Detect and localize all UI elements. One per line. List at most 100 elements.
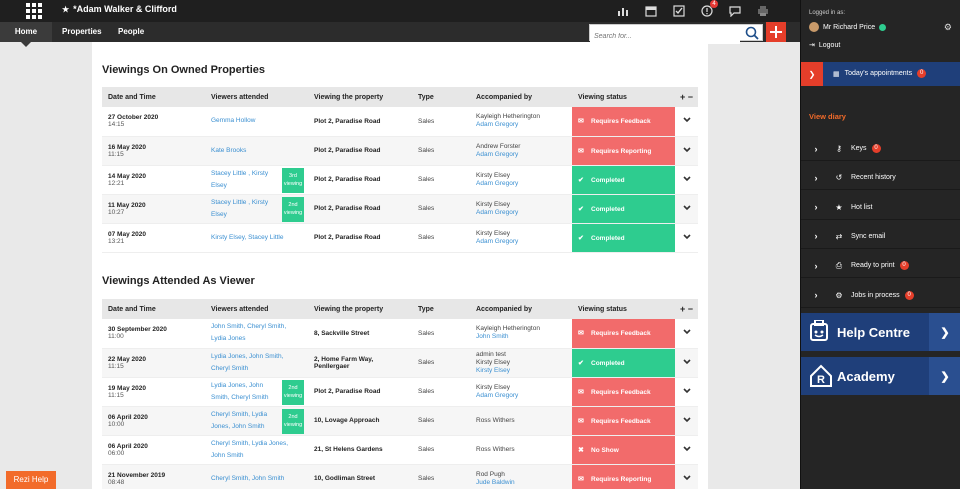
row-expand-cell[interactable]	[675, 136, 698, 166]
row-expand-cell[interactable]	[675, 464, 698, 489]
user-info[interactable]: Mr Richard Price	[809, 22, 887, 32]
chevron-right-icon[interactable]: ›	[801, 173, 831, 183]
property-cell[interactable]: Plot 2, Paradise Road	[308, 107, 412, 137]
accompanied-agent-link[interactable]: John Smith	[476, 333, 566, 341]
messages-icon[interactable]	[727, 3, 743, 19]
property-cell[interactable]: 8, Sackville Street	[308, 319, 412, 349]
todays-appointments[interactable]: ❯ ▦ Today's appointments 0	[801, 62, 960, 86]
viewing-status-button[interactable]: ✖ No Show	[572, 435, 675, 465]
property-cell[interactable]: 2, Home Farm Way, Penllergaer	[308, 348, 412, 378]
nav-people[interactable]: People	[118, 27, 144, 36]
viewing-status-button[interactable]: ✉ Requires Feedback	[572, 107, 675, 137]
accompanied-agent-link[interactable]: Jude Baldwin	[476, 479, 566, 487]
chevron-down-icon[interactable]	[682, 387, 691, 396]
property-cell[interactable]: 21, St Helens Gardens	[308, 435, 412, 465]
apps-grid-icon[interactable]	[18, 0, 50, 22]
row-expand-cell[interactable]	[675, 435, 698, 465]
viewers-link[interactable]: Gemma Hollow	[211, 115, 302, 127]
sidebar-item-keys[interactable]: › ⚷ Keys 0	[801, 137, 960, 161]
chevron-right-icon[interactable]: ›	[801, 144, 831, 154]
table-row[interactable]: 14 May 2020 12:21 Stacey Little , Kirsty E…	[102, 165, 698, 195]
accompanied-agent-link[interactable]: Adam Gregory	[476, 151, 566, 159]
chevron-down-icon[interactable]	[682, 416, 691, 425]
table-row[interactable]: 16 May 2020 11:15 Kate Brooks Plot 2, Parad…	[102, 136, 698, 166]
row-expand-cell[interactable]	[675, 223, 698, 253]
viewing-status-button[interactable]: ✉ Requires Reporting	[572, 464, 675, 489]
table-row[interactable]: 22 May 2020 11:15 Lydia Jones, John Smith,…	[102, 348, 698, 378]
viewers-link[interactable]: Kate Brooks	[211, 145, 302, 157]
settings-gear-icon[interactable]: ⚙	[944, 22, 952, 33]
rezi-help-button[interactable]: Rezi Help	[6, 471, 56, 489]
calendar-icon[interactable]	[643, 3, 659, 19]
row-expand-cell[interactable]	[675, 348, 698, 378]
property-cell[interactable]: Plot 2, Paradise Road	[308, 136, 412, 166]
table-row[interactable]: 19 May 2020 11:15 Lydia Jones, John Smith,…	[102, 377, 698, 407]
tasks-icon[interactable]	[671, 3, 687, 19]
nav-home[interactable]: Home	[0, 22, 52, 42]
accompanied-agent-link[interactable]: Adam Gregory	[476, 121, 566, 129]
help-centre-banner[interactable]: Help Centre ❯	[801, 313, 960, 351]
sidebar-item-hot-list[interactable]: › ★ Hot list	[801, 196, 960, 220]
viewing-status-button[interactable]: ✉ Requires Reporting	[572, 136, 675, 166]
viewing-status-button[interactable]: ✔ Completed	[572, 194, 675, 224]
chevron-down-icon[interactable]	[682, 146, 691, 155]
table-row[interactable]: 21 November 2019 08:48 Cheryl Smith, John …	[102, 464, 698, 489]
chevron-down-icon[interactable]	[682, 204, 691, 213]
viewers-link[interactable]: Lydia Jones, John Smith, Cheryl Smith	[211, 351, 302, 375]
viewers-link[interactable]: Cheryl Smith, John Smith	[211, 473, 302, 485]
row-expand-cell[interactable]	[675, 107, 698, 137]
property-cell[interactable]: Plot 2, Paradise Road	[308, 223, 412, 253]
viewing-status-button[interactable]: ✔ Completed	[572, 348, 675, 378]
accompanied-agent-link[interactable]: Adam Gregory	[476, 238, 566, 246]
accompanied-agent-link[interactable]: Kirsty Elsey	[476, 367, 566, 375]
row-expand-cell[interactable]	[675, 319, 698, 349]
logout-link[interactable]: ⇥ Logout	[809, 41, 840, 50]
property-cell[interactable]: Plot 2, Paradise Road	[308, 165, 412, 195]
sidebar-item-ready-to-print[interactable]: › ⎙ Ready to print 0	[801, 254, 960, 279]
nav-properties[interactable]: Properties	[62, 27, 102, 36]
viewing-status-button[interactable]: ✔ Completed	[572, 165, 675, 195]
property-cell[interactable]: Plot 2, Paradise Road	[308, 194, 412, 224]
chevron-down-icon[interactable]	[682, 445, 691, 454]
table-row[interactable]: 06 April 2020 10:00 Cheryl Smith, Lydia Jo…	[102, 406, 698, 436]
academy-arrow-icon[interactable]: ❯	[929, 357, 960, 395]
row-expand-cell[interactable]	[675, 377, 698, 407]
reports-icon[interactable]	[615, 3, 631, 19]
chevron-right-icon[interactable]: ›	[801, 290, 831, 300]
property-cell[interactable]: 10, Godliman Street	[308, 464, 412, 489]
row-expand-cell[interactable]	[675, 165, 698, 195]
viewing-status-button[interactable]: ✉ Requires Feedback	[572, 406, 675, 436]
sidebar-item-jobs-in-process[interactable]: › ⚙ Jobs in process 0	[801, 284, 960, 308]
sidebar-item-recent-history[interactable]: › ↺ Recent history	[801, 166, 960, 191]
chevron-down-icon[interactable]	[682, 474, 691, 483]
sidebar-item-sync-email[interactable]: › ⇄ Sync email	[801, 225, 960, 249]
chevron-down-icon[interactable]	[682, 117, 691, 125]
viewing-status-button[interactable]: ✉ Requires Feedback	[572, 319, 675, 349]
help-centre-arrow-icon[interactable]: ❯	[929, 313, 960, 351]
expand-collapse-toggle[interactable]: + −	[675, 87, 698, 107]
alerts-icon[interactable]: 4	[699, 0, 718, 19]
chevron-right-icon[interactable]: ›	[801, 261, 831, 271]
table-row[interactable]: 27 October 2020 14:15 Gemma Hollow Plot 2, …	[102, 107, 698, 137]
expand-collapse-toggle[interactable]: + −	[675, 299, 698, 319]
viewers-link[interactable]: Kirsty Elsey, Stacey Little	[211, 232, 302, 244]
table-row[interactable]: 11 May 2020 10:27 Stacey Little , Kirsty E…	[102, 194, 698, 224]
table-row[interactable]: 07 May 2020 13:21 Kirsty Elsey, Stacey Lit…	[102, 223, 698, 253]
viewing-status-button[interactable]: ✉ Requires Feedback	[572, 377, 675, 407]
chevron-right-icon[interactable]: ›	[801, 231, 831, 241]
accompanied-agent-link[interactable]: Kirsty Elsey	[476, 359, 566, 367]
chevron-right-icon[interactable]: ›	[801, 202, 831, 212]
search-icon[interactable]	[745, 26, 759, 45]
accompanied-agent-link[interactable]: Adam Gregory	[476, 209, 566, 217]
view-diary-link[interactable]: View diary	[809, 112, 846, 121]
viewers-link[interactable]: Cheryl Smith, Lydia Jones, John Smith	[211, 438, 302, 462]
row-expand-cell[interactable]	[675, 194, 698, 224]
table-row[interactable]: 06 April 2020 06:00 Cheryl Smith, Lydia Jo…	[102, 435, 698, 465]
agency-switcher[interactable]: ★ *Adam Walker & Clifford	[62, 4, 177, 14]
property-cell[interactable]: Plot 2, Paradise Road	[308, 377, 412, 407]
chevron-down-icon[interactable]: ❯	[801, 62, 823, 86]
chevron-down-icon[interactable]	[682, 358, 691, 367]
print-icon[interactable]	[755, 3, 771, 19]
chevron-down-icon[interactable]	[682, 175, 691, 184]
chevron-down-icon[interactable]	[682, 329, 691, 337]
